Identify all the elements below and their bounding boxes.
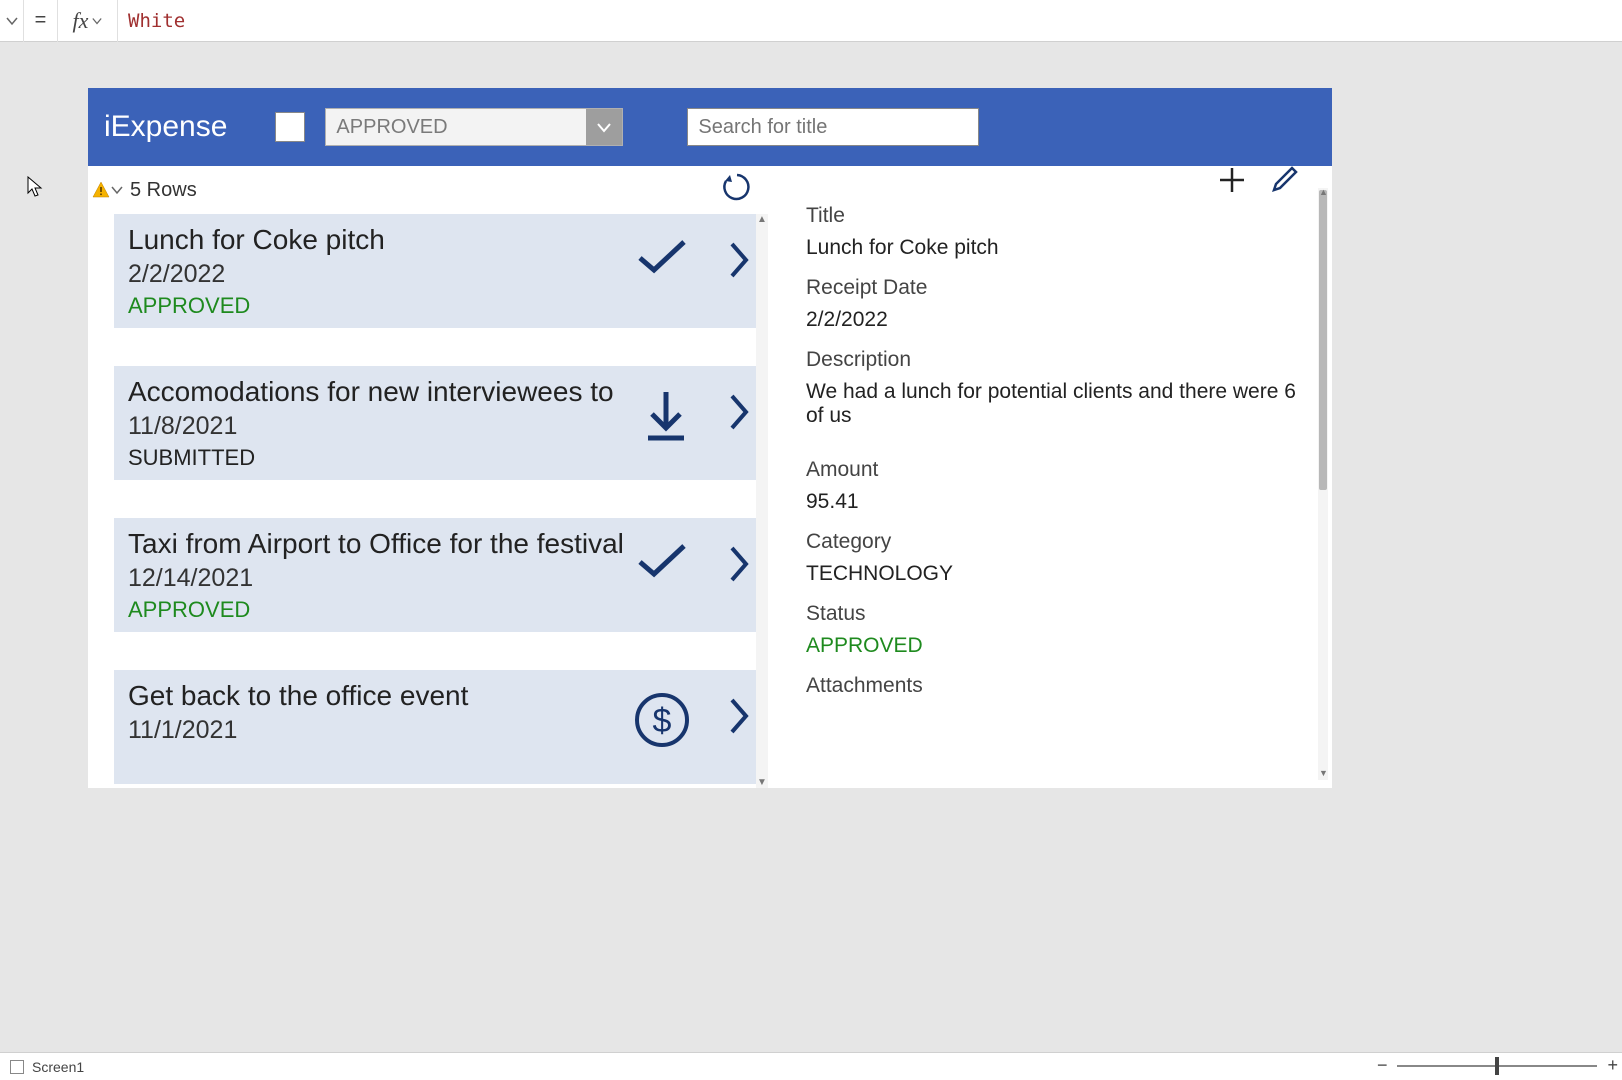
zoom-slider[interactable] <box>1397 1065 1597 1067</box>
detail-title-label: Title <box>806 204 1304 228</box>
cursor-icon <box>27 176 43 198</box>
detail-status-value: APPROVED <box>806 634 1304 658</box>
list-item[interactable]: Accomodations for new interviewees to11/… <box>114 366 756 480</box>
app-title: iExpense <box>104 110 227 144</box>
scroll-up-icon[interactable]: ▲ <box>757 214 767 225</box>
filter-dropdown-label: APPROVED <box>336 116 447 139</box>
screen-name: Screen1 <box>32 1059 84 1075</box>
filter-dropdown[interactable]: APPROVED <box>325 108 623 146</box>
item-status: APPROVED <box>128 293 742 319</box>
svg-text:$: $ <box>653 702 672 740</box>
zoom-control[interactable]: − + <box>1377 1055 1618 1076</box>
check-icon <box>634 236 690 276</box>
rows-count-label: 5 Rows <box>130 179 197 202</box>
search-input[interactable] <box>687 108 979 146</box>
list-item[interactable]: Get back to the office event11/1/2021$ <box>114 670 756 784</box>
app-header: iExpense APPROVED <box>88 88 1332 166</box>
download-icon <box>642 388 690 444</box>
chevron-down-icon <box>586 109 622 145</box>
detail-amount-label: Amount <box>806 458 1304 482</box>
detail-attachments-label: Attachments <box>806 674 1304 698</box>
chevron-down-icon[interactable] <box>110 183 124 197</box>
detail-category-label: Category <box>806 530 1304 554</box>
filter-checkbox[interactable] <box>275 112 305 142</box>
zoom-out-button[interactable]: − <box>1377 1055 1388 1076</box>
rows-bar: 5 Rows <box>88 166 768 214</box>
pencil-icon[interactable] <box>1268 164 1300 196</box>
screen-indicator-icon <box>10 1060 24 1074</box>
detail-category-value: TECHNOLOGY <box>806 562 1304 586</box>
detail-status-label: Status <box>806 602 1304 626</box>
list-panel: 5 Rows Lunch for Coke pitch2/2/2022APPRO… <box>88 166 768 788</box>
equals-button[interactable]: = <box>24 0 58 42</box>
fx-button[interactable]: fx <box>58 0 118 42</box>
zoom-in-button[interactable]: + <box>1607 1055 1618 1076</box>
check-icon <box>634 540 690 580</box>
app-canvas: iExpense APPROVED 5 Rows <box>88 88 1332 788</box>
list-item[interactable]: Lunch for Coke pitch2/2/2022APPROVED <box>114 214 756 328</box>
status-bar: Screen1 − + <box>0 1052 1622 1080</box>
item-status: APPROVED <box>128 597 742 623</box>
property-dropdown[interactable] <box>0 0 24 42</box>
expense-list: Lunch for Coke pitch2/2/2022APPROVED Acco… <box>88 214 768 788</box>
item-status: SUBMITTED <box>128 445 742 471</box>
plus-icon[interactable] <box>1216 164 1248 196</box>
scrollbar-thumb[interactable] <box>1319 190 1327 490</box>
detail-amount-value: 95.41 <box>806 490 1304 514</box>
chevron-right-icon[interactable] <box>728 696 750 736</box>
detail-desc-value: We had a lunch for potential clients and… <box>806 380 1304 428</box>
scroll-down-icon[interactable]: ▼ <box>757 777 767 788</box>
chevron-right-icon[interactable] <box>728 544 750 584</box>
detail-panel: Title Lunch for Coke pitch Receipt Date … <box>768 166 1332 788</box>
formula-bar: = fx White <box>0 0 1622 42</box>
chevron-right-icon[interactable] <box>728 240 750 280</box>
detail-title-value: Lunch for Coke pitch <box>806 236 1304 260</box>
zoom-slider-thumb[interactable] <box>1495 1057 1499 1075</box>
dollar-icon: $ <box>634 692 690 748</box>
list-item[interactable]: Taxi from Airport to Office for the fest… <box>114 518 756 632</box>
scroll-down-icon[interactable]: ▼ <box>1319 768 1328 778</box>
scroll-up-icon[interactable]: ▲ <box>1319 187 1328 197</box>
detail-desc-label: Description <box>806 348 1304 372</box>
warning-icon <box>92 181 110 199</box>
detail-date-label: Receipt Date <box>806 276 1304 300</box>
detail-date-value: 2/2/2022 <box>806 308 1304 332</box>
formula-value[interactable]: White <box>118 10 185 32</box>
refresh-icon[interactable] <box>720 170 754 204</box>
scrollbar[interactable]: ▲ ▼ <box>756 214 768 788</box>
scrollbar[interactable]: ▼ ▲ <box>1318 188 1328 780</box>
chevron-right-icon[interactable] <box>728 392 750 432</box>
